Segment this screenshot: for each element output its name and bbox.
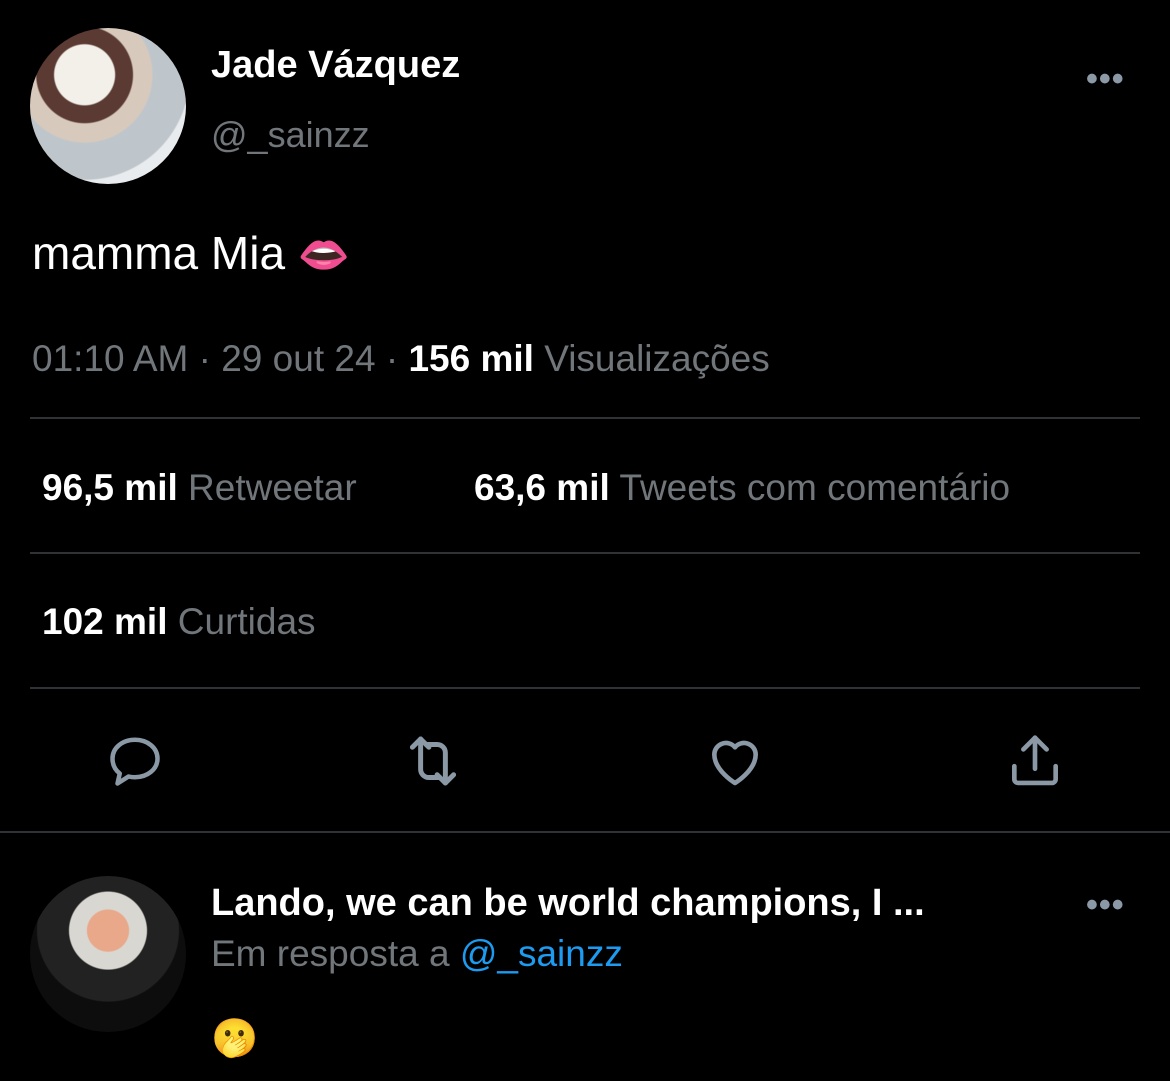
divider	[30, 552, 1140, 554]
author-handle[interactable]: @_sainzz	[211, 114, 370, 156]
divider	[30, 417, 1140, 419]
author-avatar[interactable]	[30, 28, 186, 184]
retweets-stat[interactable]: 96,5 mil Retweetar	[42, 467, 357, 509]
reply-more-options-icon[interactable]: •••	[1086, 886, 1125, 925]
share-button[interactable]	[1000, 726, 1070, 796]
reply-author-name[interactable]: Lando, we can be world champions, I ...	[211, 882, 925, 925]
likes-stat[interactable]: 102 mil Curtidas	[42, 601, 316, 643]
reply-context: Em resposta a @_sainzz	[211, 933, 623, 975]
quotes-stat[interactable]: 63,6 mil Tweets com comentário	[474, 467, 1010, 509]
retweet-button[interactable]	[398, 726, 468, 796]
meta-separator: ·	[385, 338, 409, 379]
like-button[interactable]	[700, 726, 770, 796]
views-count: 156 mil	[408, 338, 534, 379]
tweet-body: mamma Mia	[32, 227, 286, 279]
meta-separator: ·	[198, 338, 222, 379]
lips-emoji: 👄	[297, 230, 351, 279]
tweet-date: 29 out 24	[221, 338, 376, 379]
retweets-label: Retweetar	[188, 467, 357, 508]
likes-count: 102 mil	[42, 601, 168, 642]
author-name[interactable]: Jade Vázquez	[211, 44, 460, 87]
more-options-icon[interactable]: •••	[1086, 60, 1125, 99]
retweets-count: 96,5 mil	[42, 467, 178, 508]
tweet-meta: 01:10 AM · 29 out 24 · 156 mil Visualiza…	[32, 338, 770, 380]
quotes-label: Tweets com comentário	[619, 467, 1011, 508]
section-divider	[0, 831, 1170, 833]
reply-icon	[110, 737, 160, 786]
likes-label: Curtidas	[177, 601, 316, 642]
reply-text: 🫢	[211, 1016, 259, 1060]
reply-button[interactable]	[100, 726, 170, 796]
tweet-time: 01:10 AM	[32, 338, 189, 379]
reply-author-avatar[interactable]	[30, 876, 186, 1032]
quotes-count: 63,6 mil	[474, 467, 610, 508]
divider	[30, 687, 1140, 689]
retweet-icon	[409, 736, 457, 786]
share-icon	[1012, 735, 1058, 786]
reply-to-link[interactable]: @_sainzz	[460, 933, 623, 974]
tweet-text: mamma Mia 👄	[32, 226, 350, 280]
reply-prefix: Em resposta a	[211, 933, 450, 974]
views-label: Visualizações	[544, 338, 770, 379]
heart-icon	[712, 740, 758, 786]
